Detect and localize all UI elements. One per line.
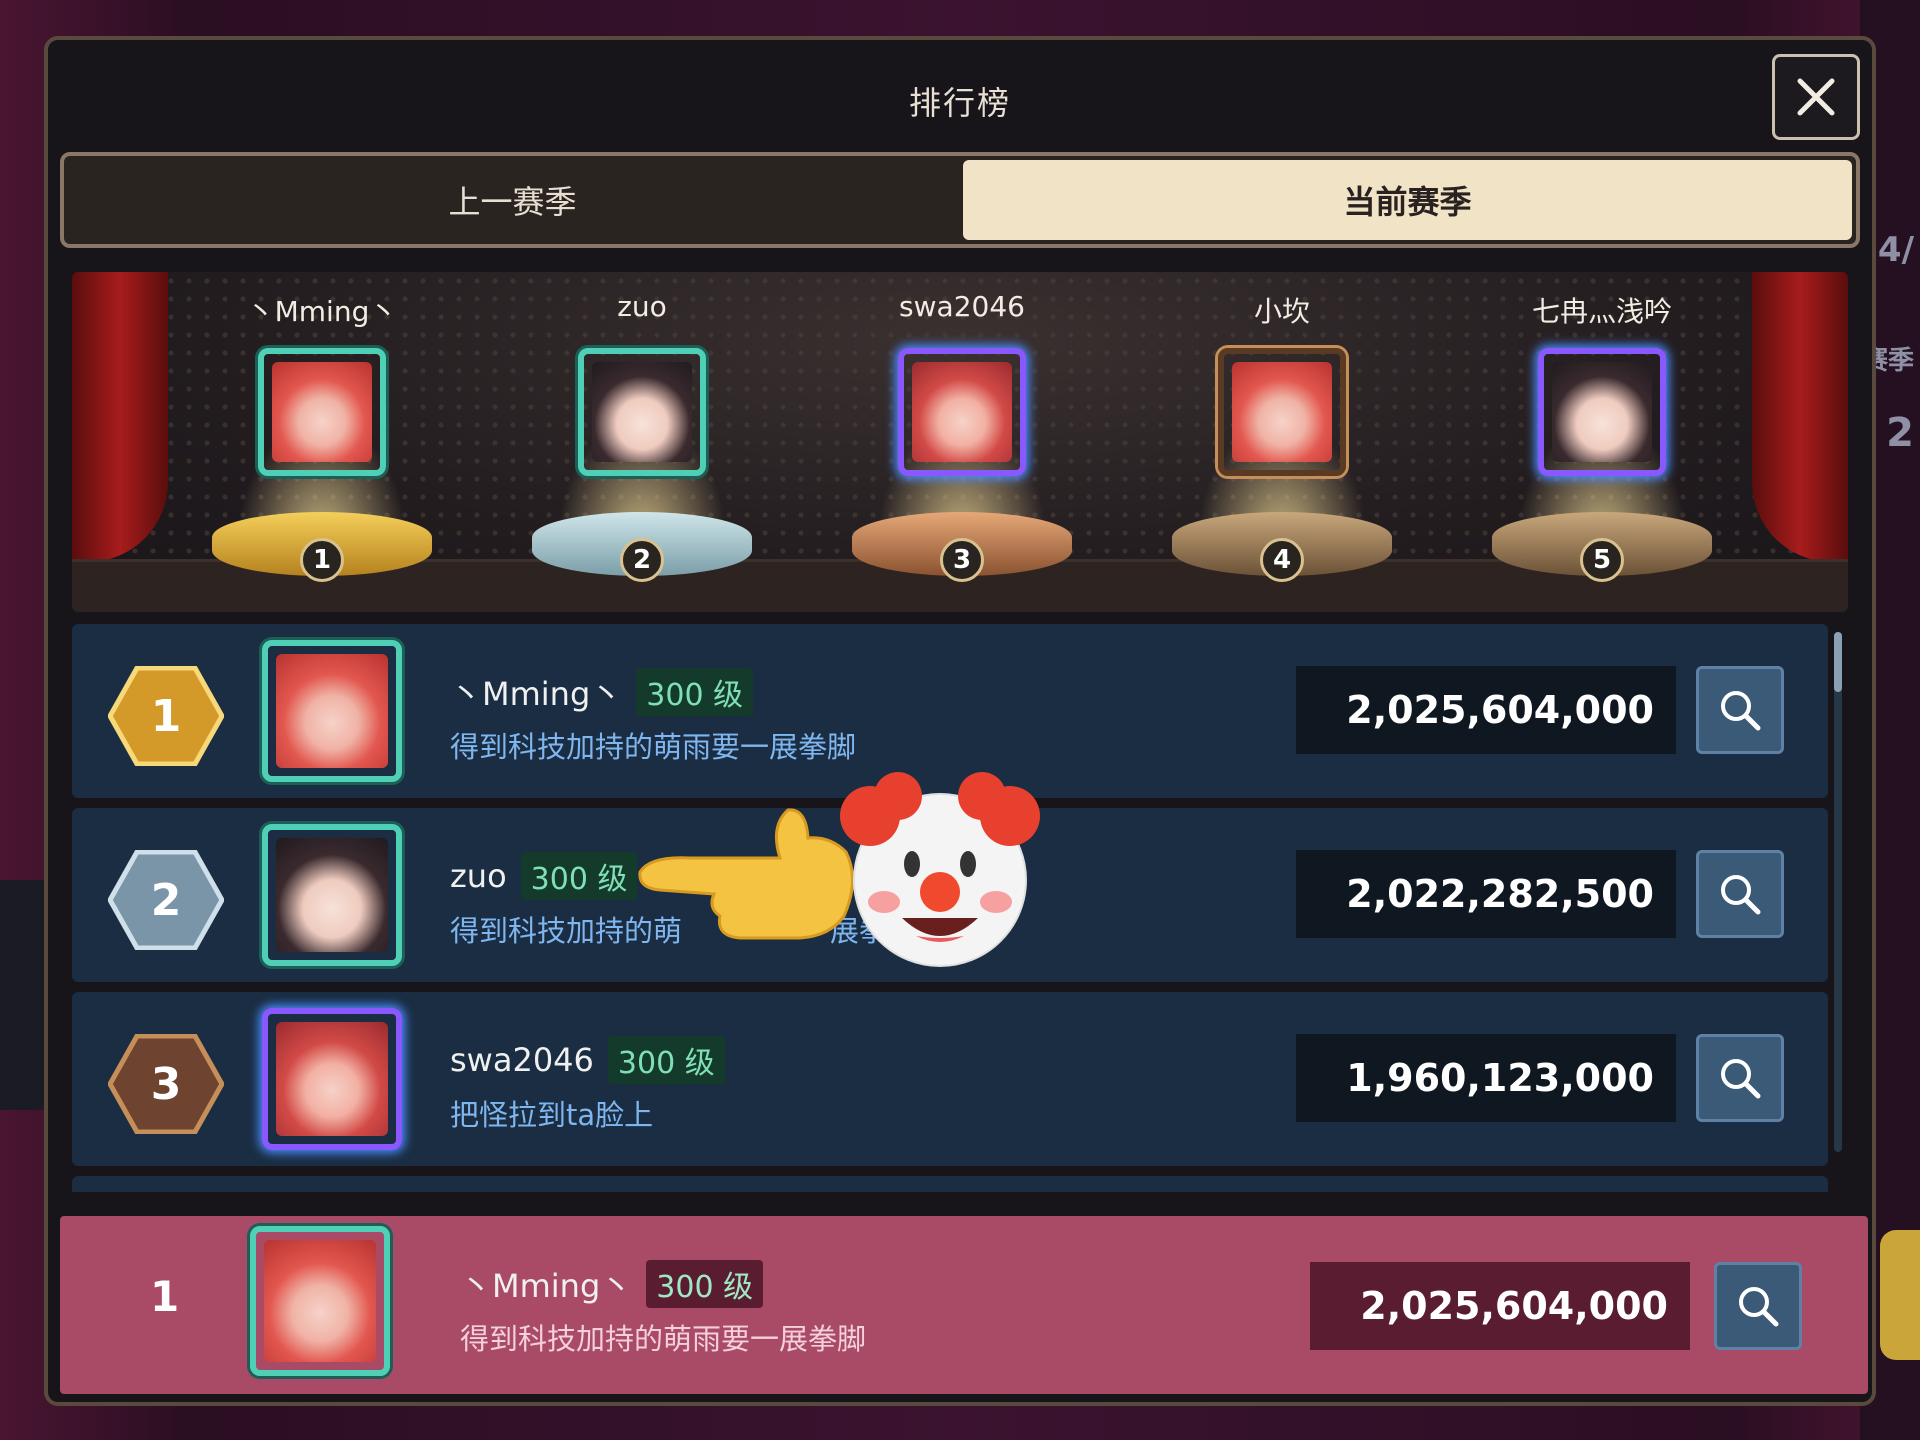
player-name: zuo: [450, 857, 507, 895]
score-value: 2,022,282,500: [1296, 850, 1676, 938]
close-button[interactable]: [1772, 54, 1860, 140]
avatar: [1218, 348, 1346, 476]
score-value: 2,025,604,000: [1296, 666, 1676, 754]
podium-name: zuo: [617, 290, 667, 323]
clown-face-icon: [840, 772, 1040, 967]
avatar: [1538, 348, 1666, 476]
podium-rank: 5: [1580, 538, 1624, 582]
background-fragment-left: [0, 880, 44, 1110]
curtain-right: [1752, 272, 1848, 562]
self-rank: 1: [150, 1272, 180, 1321]
podium-rank: 2: [620, 538, 664, 582]
bg-yellow-button: [1880, 1230, 1920, 1360]
podium-stage: 丶Mming丶 1 zuo 2 swa2046 3 小坎 4 七冉灬浅吟 5: [72, 272, 1848, 612]
player-name: swa2046: [450, 1041, 594, 1079]
search-icon: [1739, 1287, 1779, 1327]
avatar: [578, 348, 706, 476]
view-player-button[interactable]: [1696, 666, 1784, 754]
rank-medal-silver: 2: [107, 849, 225, 951]
view-player-button[interactable]: [1696, 1034, 1784, 1122]
podium-1[interactable]: 丶Mming丶 1: [182, 290, 462, 590]
scrollbar-thumb[interactable]: [1834, 632, 1842, 692]
table-row[interactable]: 3 swa2046 300 级 把怪拉到ta脸上 1,960,123,000: [72, 992, 1828, 1166]
pointing-hand-icon: [638, 808, 855, 940]
player-name: 丶Mming丶: [450, 675, 623, 713]
season-tabs: 上一赛季 当前赛季: [60, 152, 1860, 248]
podium-name: swa2046: [899, 290, 1025, 323]
podium-3[interactable]: swa2046 3: [822, 290, 1102, 590]
search-icon: [1721, 1059, 1761, 1099]
player-guild: 得到科技加持的萌雨要一展拳脚: [460, 1322, 867, 1356]
podium-4[interactable]: 小坎 4: [1142, 290, 1422, 590]
avatar: [262, 640, 402, 782]
level-badge: 300 级: [607, 1036, 725, 1084]
podium-rank: 3: [940, 538, 984, 582]
leaderboard-panel: 排行榜 上一赛季 当前赛季 丶Mming丶 1 zuo 2 swa2046 3 …: [44, 36, 1876, 1406]
podium-5[interactable]: 七冉灬浅吟 5: [1462, 290, 1742, 590]
table-row-partial[interactable]: [72, 1176, 1828, 1192]
player-guild: 把怪拉到ta脸上: [450, 1098, 654, 1132]
search-icon: [1721, 875, 1761, 915]
emoji-overlay: [638, 772, 1040, 967]
self-rank-row[interactable]: 1 丶Mming丶 300 级 得到科技加持的萌雨要一展拳脚 2,025,604…: [60, 1216, 1868, 1394]
view-player-button[interactable]: [1714, 1262, 1802, 1350]
player-name: 丶Mming丶: [460, 1267, 633, 1305]
podium-name: 丶Mming丶: [246, 295, 398, 328]
search-icon: [1721, 691, 1761, 731]
level-badge: 300 级: [646, 1260, 764, 1308]
level-badge: 300 级: [636, 668, 754, 716]
avatar: [250, 1226, 390, 1376]
curtain-left: [72, 272, 168, 562]
bg-fragment-text: 2: [1886, 410, 1914, 456]
avatar: [262, 1008, 402, 1150]
avatar: [898, 348, 1026, 476]
avatar: [258, 348, 386, 476]
list-scrollbar[interactable]: [1834, 632, 1842, 1152]
tab-previous-season[interactable]: 上一赛季: [68, 160, 957, 240]
panel-title: 排行榜: [908, 84, 1011, 122]
avatar: [262, 824, 402, 966]
rank-medal-gold: 1: [107, 665, 225, 767]
podium-rank: 1: [300, 538, 344, 582]
tab-current-season[interactable]: 当前赛季: [963, 160, 1852, 240]
score-value: 2,025,604,000: [1310, 1262, 1690, 1350]
rank-medal-bronze: 3: [107, 1033, 225, 1135]
level-badge: 300 级: [520, 852, 638, 900]
bg-fragment-text: 4/: [1877, 230, 1914, 270]
podium-name: 小坎: [1253, 295, 1310, 328]
podium-2[interactable]: zuo 2: [502, 290, 782, 590]
score-value: 1,960,123,000: [1296, 1034, 1676, 1122]
podium-rank: 4: [1260, 538, 1304, 582]
close-icon: [1797, 78, 1835, 116]
podium-name: 七冉灬浅吟: [1531, 295, 1672, 328]
view-player-button[interactable]: [1696, 850, 1784, 938]
